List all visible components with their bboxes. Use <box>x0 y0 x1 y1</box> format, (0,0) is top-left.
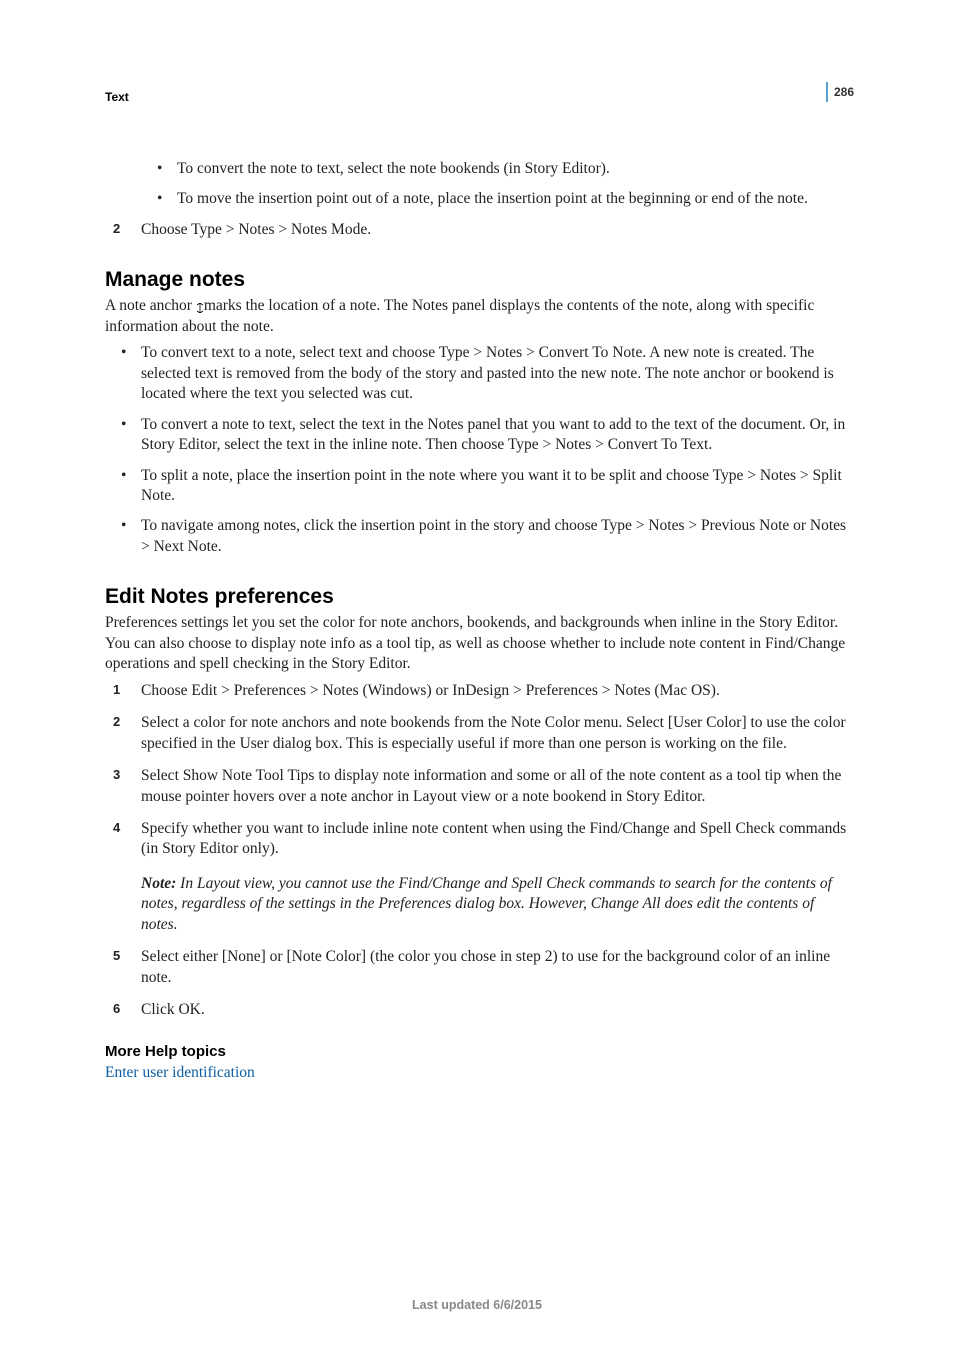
step-text: Click OK. <box>141 1001 205 1018</box>
document-page: 286 Text To convert the note to text, se… <box>0 0 954 1350</box>
bullet-text: To convert a note to text, select the te… <box>141 416 845 453</box>
page-number-rule: 286 <box>826 82 854 102</box>
note-anchor-icon <box>196 299 204 309</box>
manage-bullet-list: To convert text to a note, select text a… <box>105 343 849 557</box>
edit-step-list: Choose Edit > Preferences > Notes (Windo… <box>105 681 849 1021</box>
intro-bullet-list: To convert the note to text, select the … <box>105 159 849 210</box>
list-item: To convert a note to text, select the te… <box>141 415 849 456</box>
step-item: Select Show Note Tool Tips to display no… <box>141 766 849 807</box>
page-footer: Last updated 6/6/2015 <box>0 1298 954 1312</box>
step-list-continue: Choose Type > Notes > Notes Mode. <box>105 220 849 240</box>
list-item: To move the insertion point out of a not… <box>177 189 849 209</box>
step-item: Click OK. <box>141 1000 849 1020</box>
bullet-text: To move the insertion point out of a not… <box>177 190 808 207</box>
step-item: Choose Type > Notes > Notes Mode. <box>141 220 849 240</box>
step-text: Specify whether you want to include inli… <box>141 820 846 857</box>
heading-more-help: More Help topics <box>105 1043 849 1060</box>
bullet-text: To split a note, place the insertion poi… <box>141 467 842 504</box>
running-header: Text <box>105 90 849 104</box>
edit-intro: Preferences settings let you set the col… <box>105 613 849 674</box>
step-item: Specify whether you want to include inli… <box>141 819 849 935</box>
step-item: Select either [None] or [Note Color] (th… <box>141 947 849 988</box>
step-item: Choose Edit > Preferences > Notes (Windo… <box>141 681 849 701</box>
list-item: To convert the note to text, select the … <box>177 159 849 179</box>
manage-intro: A note anchor marks the location of a no… <box>105 296 849 337</box>
note-label: Note: <box>141 875 176 892</box>
heading-edit-notes-preferences: Edit Notes preferences <box>105 585 849 609</box>
step-text: Select Show Note Tool Tips to display no… <box>141 767 841 804</box>
text-fragment: A note anchor <box>105 297 196 314</box>
step-text: Select either [None] or [Note Color] (th… <box>141 948 830 985</box>
list-item: To navigate among notes, click the inser… <box>141 516 849 557</box>
step-text: Choose Type > Notes > Notes Mode. <box>141 221 371 238</box>
heading-manage-notes: Manage notes <box>105 268 849 292</box>
bullet-text: To convert text to a note, select text a… <box>141 344 834 402</box>
bullet-text: To navigate among notes, click the inser… <box>141 517 846 554</box>
step-text: Select a color for note anchors and note… <box>141 714 846 751</box>
page-number: 286 <box>834 85 854 99</box>
link-enter-user-identification[interactable]: Enter user identification <box>105 1064 255 1081</box>
text-fragment: marks the location of a note. The Notes … <box>105 297 814 334</box>
step-text: Choose Edit > Preferences > Notes (Windo… <box>141 682 720 699</box>
list-item: To convert text to a note, select text a… <box>141 343 849 404</box>
step-item: Select a color for note anchors and note… <box>141 713 849 754</box>
note-callout: Note: In Layout view, you cannot use the… <box>141 874 849 935</box>
bullet-text: To convert the note to text, select the … <box>177 160 610 177</box>
note-text: In Layout view, you cannot use the Find/… <box>141 875 832 933</box>
list-item: To split a note, place the insertion poi… <box>141 466 849 507</box>
